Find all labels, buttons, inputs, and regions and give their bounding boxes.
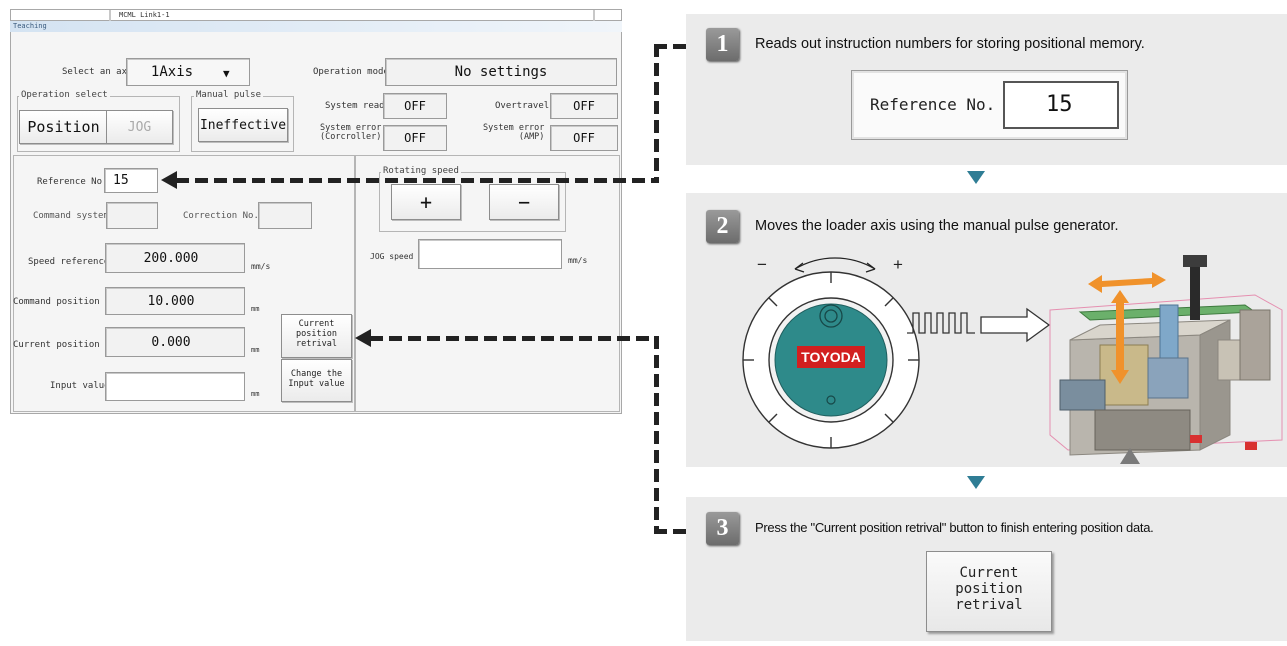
command-system-field [106,202,158,229]
command-system-label: Command system [33,211,109,221]
connector-line [654,336,659,534]
rotating-speed-label: Rotating speed [381,166,461,176]
system-error-amp-label: System error (AMP) [483,123,545,142]
input-value-unit: mm [251,390,260,398]
command-position-field: 10.000 [105,287,245,315]
dial-plus-label: + [893,255,903,274]
reference-no-callout-field: 15 [1003,81,1119,129]
manual-pulse-label: Manual pulse [194,90,264,100]
position-button[interactable]: Position [19,110,108,144]
connector-line [654,44,686,49]
down-arrow-icon [967,171,985,184]
overtravel-label: Overtravel [495,101,550,111]
system-ready-label: System ready [325,101,391,111]
operation-select-label: Operation select [19,90,110,100]
down-arrow-icon [967,476,985,489]
speed-reference-unit: mm/s [251,262,271,271]
command-position-unit: mm [251,305,260,313]
correction-no-field [258,202,312,229]
speed-reference-label: Speed reference [28,257,110,267]
connector-line [654,529,686,534]
current-position-field: 0.000 [105,327,245,357]
step-2-text: Moves the loader axis using the manual p… [755,218,1119,234]
system-error-controller-label: System error (Corcroller) [320,123,382,142]
jog-speed-input[interactable] [418,239,562,269]
step-1-badge: 1 [706,28,739,61]
loader-machine-illustration [1049,255,1283,464]
pulse-signal-icon [907,307,1051,343]
manual-pulse-button[interactable]: Ineffective [198,108,288,142]
jog-speed-label: JOG speed [370,252,414,261]
connector-line [176,178,659,183]
window-title: MCML Link1-1 [119,11,170,19]
input-value-label: Input value [50,381,110,391]
change-input-value-button[interactable]: Change the Input value [281,359,352,402]
rotate-minus-button[interactable]: − [489,184,559,220]
tab-teaching[interactable]: Teaching [10,21,622,32]
connector-line [654,44,659,183]
reference-no-label: Reference No. [37,177,108,187]
operation-mode-label: Operation mode [313,67,389,77]
connector-line [370,336,659,341]
step-2-badge: 2 [706,210,739,243]
step-3-text: Press the "Current position retrival" bu… [755,520,1154,535]
jog-button[interactable]: JOG [106,110,173,144]
chevron-down-icon: ▼ [223,67,230,80]
current-position-retrival-button[interactable]: Current position retrival [281,314,352,358]
arrow-head-left-icon [355,329,371,347]
toyoda-logo: TOYODA [801,349,861,365]
current-position-unit: mm [251,346,260,354]
step-3-badge: 3 [706,512,739,545]
reference-no-callout: Reference No. 15 [851,70,1128,140]
axis-select[interactable]: 1Axis ▼ [126,58,250,86]
system-error-amp-value: OFF [550,125,618,151]
window-titlebar: MCML Link1-1 [10,9,622,21]
overtravel-value: OFF [550,93,618,119]
current-position-label: Current position [13,340,100,350]
rotate-plus-button[interactable]: + [391,184,461,220]
operation-mode-field: No settings [385,58,617,86]
jog-speed-unit: mm/s [568,256,588,265]
correction-no-label: Correction No. [183,211,259,221]
dial-minus-label: − [757,255,767,274]
current-position-retrival-callout-button: Current position retrival [926,551,1052,632]
speed-reference-field: 200.000 [105,243,245,273]
system-ready-value: OFF [383,93,447,119]
command-position-label: Command position [13,297,100,307]
reference-no-input[interactable]: 15 [104,168,158,193]
system-error-controller-value: OFF [383,125,447,151]
arrow-head-left-icon [161,171,177,189]
step-1-text: Reads out instruction numbers for storin… [755,36,1145,52]
input-value-input[interactable] [105,372,245,401]
